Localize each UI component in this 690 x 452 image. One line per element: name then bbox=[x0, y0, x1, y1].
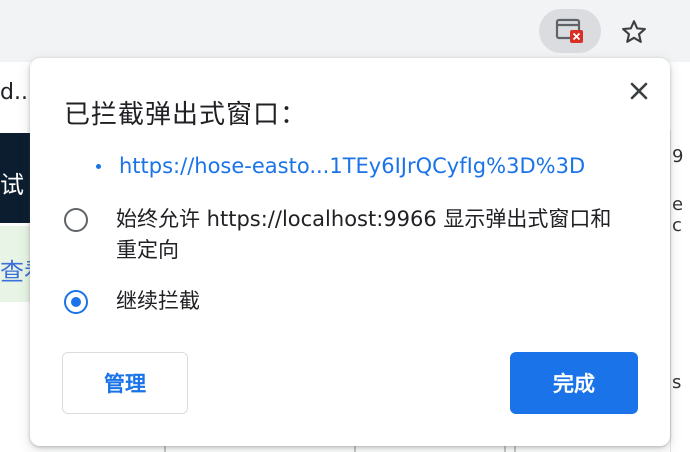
done-button[interactable]: 完成 bbox=[510, 352, 638, 414]
always-allow-label: 始终允许 https://localhost:9966 显示弹出式窗口和重定向 bbox=[116, 207, 612, 262]
popup-blocked-dialog: 已拦截弹出式窗口： https://hose-easto...1TEy6IJrQ… bbox=[30, 58, 670, 446]
close-icon bbox=[630, 82, 648, 100]
close-button[interactable] bbox=[622, 74, 656, 108]
browser-toolbar bbox=[0, 0, 690, 62]
blocked-popup-link[interactable]: https://hose-easto...1TEy6IJrQCyfIg%3D%3… bbox=[119, 154, 585, 178]
keep-blocking-label: 继续拦截 bbox=[116, 289, 200, 313]
manage-button[interactable]: 管理 bbox=[62, 352, 188, 414]
dialog-title: 已拦截弹出式窗口： bbox=[64, 100, 308, 130]
always-allow-radio[interactable] bbox=[64, 208, 88, 232]
popup-blocked-button[interactable] bbox=[539, 9, 601, 53]
bookmark-star-button[interactable] bbox=[614, 12, 654, 52]
keep-blocking-option[interactable]: 继续拦截 bbox=[64, 289, 626, 317]
background-right-column bbox=[670, 130, 690, 452]
bullet-icon bbox=[96, 163, 101, 169]
background-fragment: 9 bbox=[672, 146, 684, 167]
background-fragment: e c bbox=[672, 194, 684, 236]
keep-blocking-radio[interactable] bbox=[64, 290, 88, 314]
popup-blocked-icon bbox=[555, 18, 583, 43]
background-banner-text: 试 bbox=[0, 171, 24, 199]
star-outline-icon bbox=[622, 20, 646, 43]
always-allow-option[interactable]: 始终允许 https://localhost:9966 显示弹出式窗口和重定向 bbox=[64, 207, 626, 266]
background-fragment: s bbox=[672, 372, 682, 393]
blocked-popup-item: https://hose-easto...1TEy6IJrQCyfIg%3D%3… bbox=[96, 154, 585, 178]
